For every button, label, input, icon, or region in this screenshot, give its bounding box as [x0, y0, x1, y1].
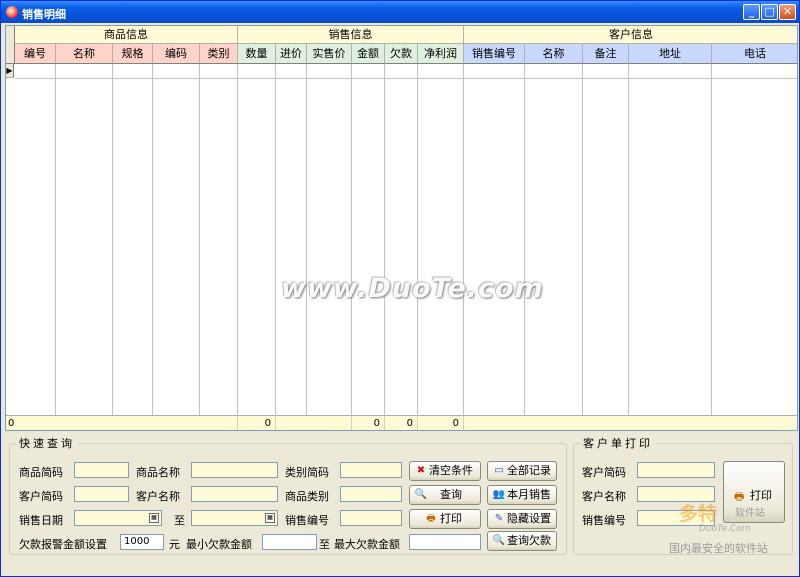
column-header-sale-price[interactable]: 实售价: [307, 44, 352, 64]
people-icon: 👥: [492, 489, 506, 500]
close-button[interactable]: ✕: [779, 4, 796, 20]
column-header-cost-price[interactable]: 进价: [276, 44, 307, 64]
red-x-icon: ✖: [416, 465, 426, 476]
calendar-icon[interactable]: ▦: [149, 513, 159, 523]
label-customer-short: 客户简码: [19, 490, 63, 503]
magnifier-icon: 🔍: [492, 535, 506, 546]
all-records-button[interactable]: ▭ 全部记录: [487, 461, 557, 481]
footer-profit-total: 0: [418, 415, 464, 430]
label-debt-alert: 欠款报警金额设置: [19, 538, 107, 551]
sale-date-from-input[interactable]: ▦: [74, 510, 162, 526]
footer-count: 0: [6, 415, 238, 430]
cp-customer-short-input[interactable]: [637, 462, 715, 478]
column-header-address[interactable]: 地址: [629, 44, 712, 64]
window-icon: ▭: [494, 465, 504, 476]
sale-date-to-input[interactable]: ▦: [191, 510, 278, 526]
customer-short-input[interactable]: [74, 486, 129, 502]
query-debt-button[interactable]: 🔍 查询欠款: [487, 531, 557, 551]
footer-amount-total: 0: [352, 415, 385, 430]
label-to-2: 至: [319, 538, 330, 551]
label-cp-customer-name: 客户名称: [582, 490, 626, 503]
column-header-remark[interactable]: 备注: [583, 44, 629, 64]
category-short-input[interactable]: [340, 462, 402, 478]
debt-alert-input[interactable]: 1000: [120, 534, 164, 550]
max-debt-input[interactable]: [409, 534, 481, 550]
maximize-button[interactable]: □: [761, 4, 778, 20]
label-unit-yuan: 元: [169, 538, 180, 551]
column-header-id[interactable]: 编号: [15, 44, 56, 64]
site-logo: 多特 软件站 DuoTe.Com 国内最安全的软件站: [669, 503, 768, 555]
current-row-indicator: ▶: [6, 64, 14, 78]
app-icon: [6, 6, 18, 18]
column-header-sale-no[interactable]: 销售编号: [464, 44, 525, 64]
column-header-quantity[interactable]: 数量: [238, 44, 276, 64]
column-header-code[interactable]: 编码: [153, 44, 200, 64]
label-to: 至: [174, 514, 185, 527]
customer-print-legend: 客户单打印: [583, 437, 653, 450]
calendar-icon[interactable]: ▦: [265, 513, 275, 523]
product-category-input[interactable]: [340, 486, 402, 502]
group-header-sales: 销售信息: [238, 26, 464, 44]
this-month-sales-button[interactable]: 👥 本月销售: [487, 485, 557, 505]
label-min-debt: 最小欠款金额: [186, 538, 252, 551]
footer-blank: [276, 415, 352, 430]
footer-debt-total: 0: [385, 415, 418, 430]
footer-customer-blank: [464, 415, 797, 430]
column-header-phone[interactable]: 电话: [712, 44, 797, 64]
label-category-short: 类别简码: [285, 466, 329, 479]
column-header-customer-name[interactable]: 名称: [525, 44, 583, 64]
quick-query-legend: 快速查询: [19, 437, 75, 450]
label-sale-no: 销售编号: [285, 514, 329, 527]
query-button[interactable]: 🔍 查询: [409, 485, 481, 505]
label-max-debt: 最大欠款金额: [334, 538, 400, 551]
label-sale-date: 销售日期: [19, 514, 63, 527]
label-cp-customer-short: 客户简码: [582, 466, 626, 479]
pencil-icon: ✎: [494, 513, 504, 524]
minimize-button[interactable]: _: [743, 4, 760, 20]
column-header-debt[interactable]: 欠款: [385, 44, 418, 64]
sale-no-input[interactable]: [340, 510, 402, 526]
column-header-amount[interactable]: 金额: [352, 44, 385, 64]
printer-icon: 🖶: [426, 513, 436, 524]
print-button[interactable]: 🖶 打印: [409, 509, 481, 529]
watermark: www.DuoTe.com: [281, 273, 544, 304]
grid-lines: [15, 64, 797, 415]
column-header-name[interactable]: 名称: [56, 44, 113, 64]
column-header-category[interactable]: 类别: [200, 44, 238, 64]
customer-name-input[interactable]: [191, 486, 278, 502]
group-header-customer: 客户信息: [464, 26, 797, 44]
min-debt-input[interactable]: [262, 534, 317, 550]
magnifier-icon: 🔍: [414, 489, 428, 500]
label-cp-sale-no: 销售编号: [582, 514, 626, 527]
window-title: 销售明细: [22, 8, 66, 21]
group-header-goods: 商品信息: [15, 26, 238, 44]
product-short-input[interactable]: [74, 462, 129, 478]
label-customer-name: 客户名称: [136, 490, 180, 503]
sales-detail-window: 销售明细 _ □ ✕ 商品信息 销售信息 客户信息 编号 名称 规格 编码 类别…: [0, 0, 800, 577]
footer-quantity-total: 0: [238, 415, 276, 430]
column-header-spec[interactable]: 规格: [113, 44, 153, 64]
column-header-net-profit[interactable]: 净利润: [418, 44, 464, 64]
label-product-category: 商品类别: [285, 490, 329, 503]
grid-corner: [6, 26, 15, 64]
label-product-name: 商品名称: [136, 466, 180, 479]
clear-conditions-button[interactable]: ✖ 清空条件: [409, 461, 481, 481]
title-bar[interactable]: 销售明细 _ □ ✕: [1, 1, 799, 23]
sales-grid[interactable]: 商品信息 销售信息 客户信息 编号 名称 规格 编码 类别 数量 进价 实售价 …: [5, 25, 798, 431]
hide-settings-button[interactable]: ✎ 隐藏设置: [487, 509, 557, 529]
product-name-input[interactable]: [191, 462, 278, 478]
label-product-short: 商品简码: [19, 466, 63, 479]
